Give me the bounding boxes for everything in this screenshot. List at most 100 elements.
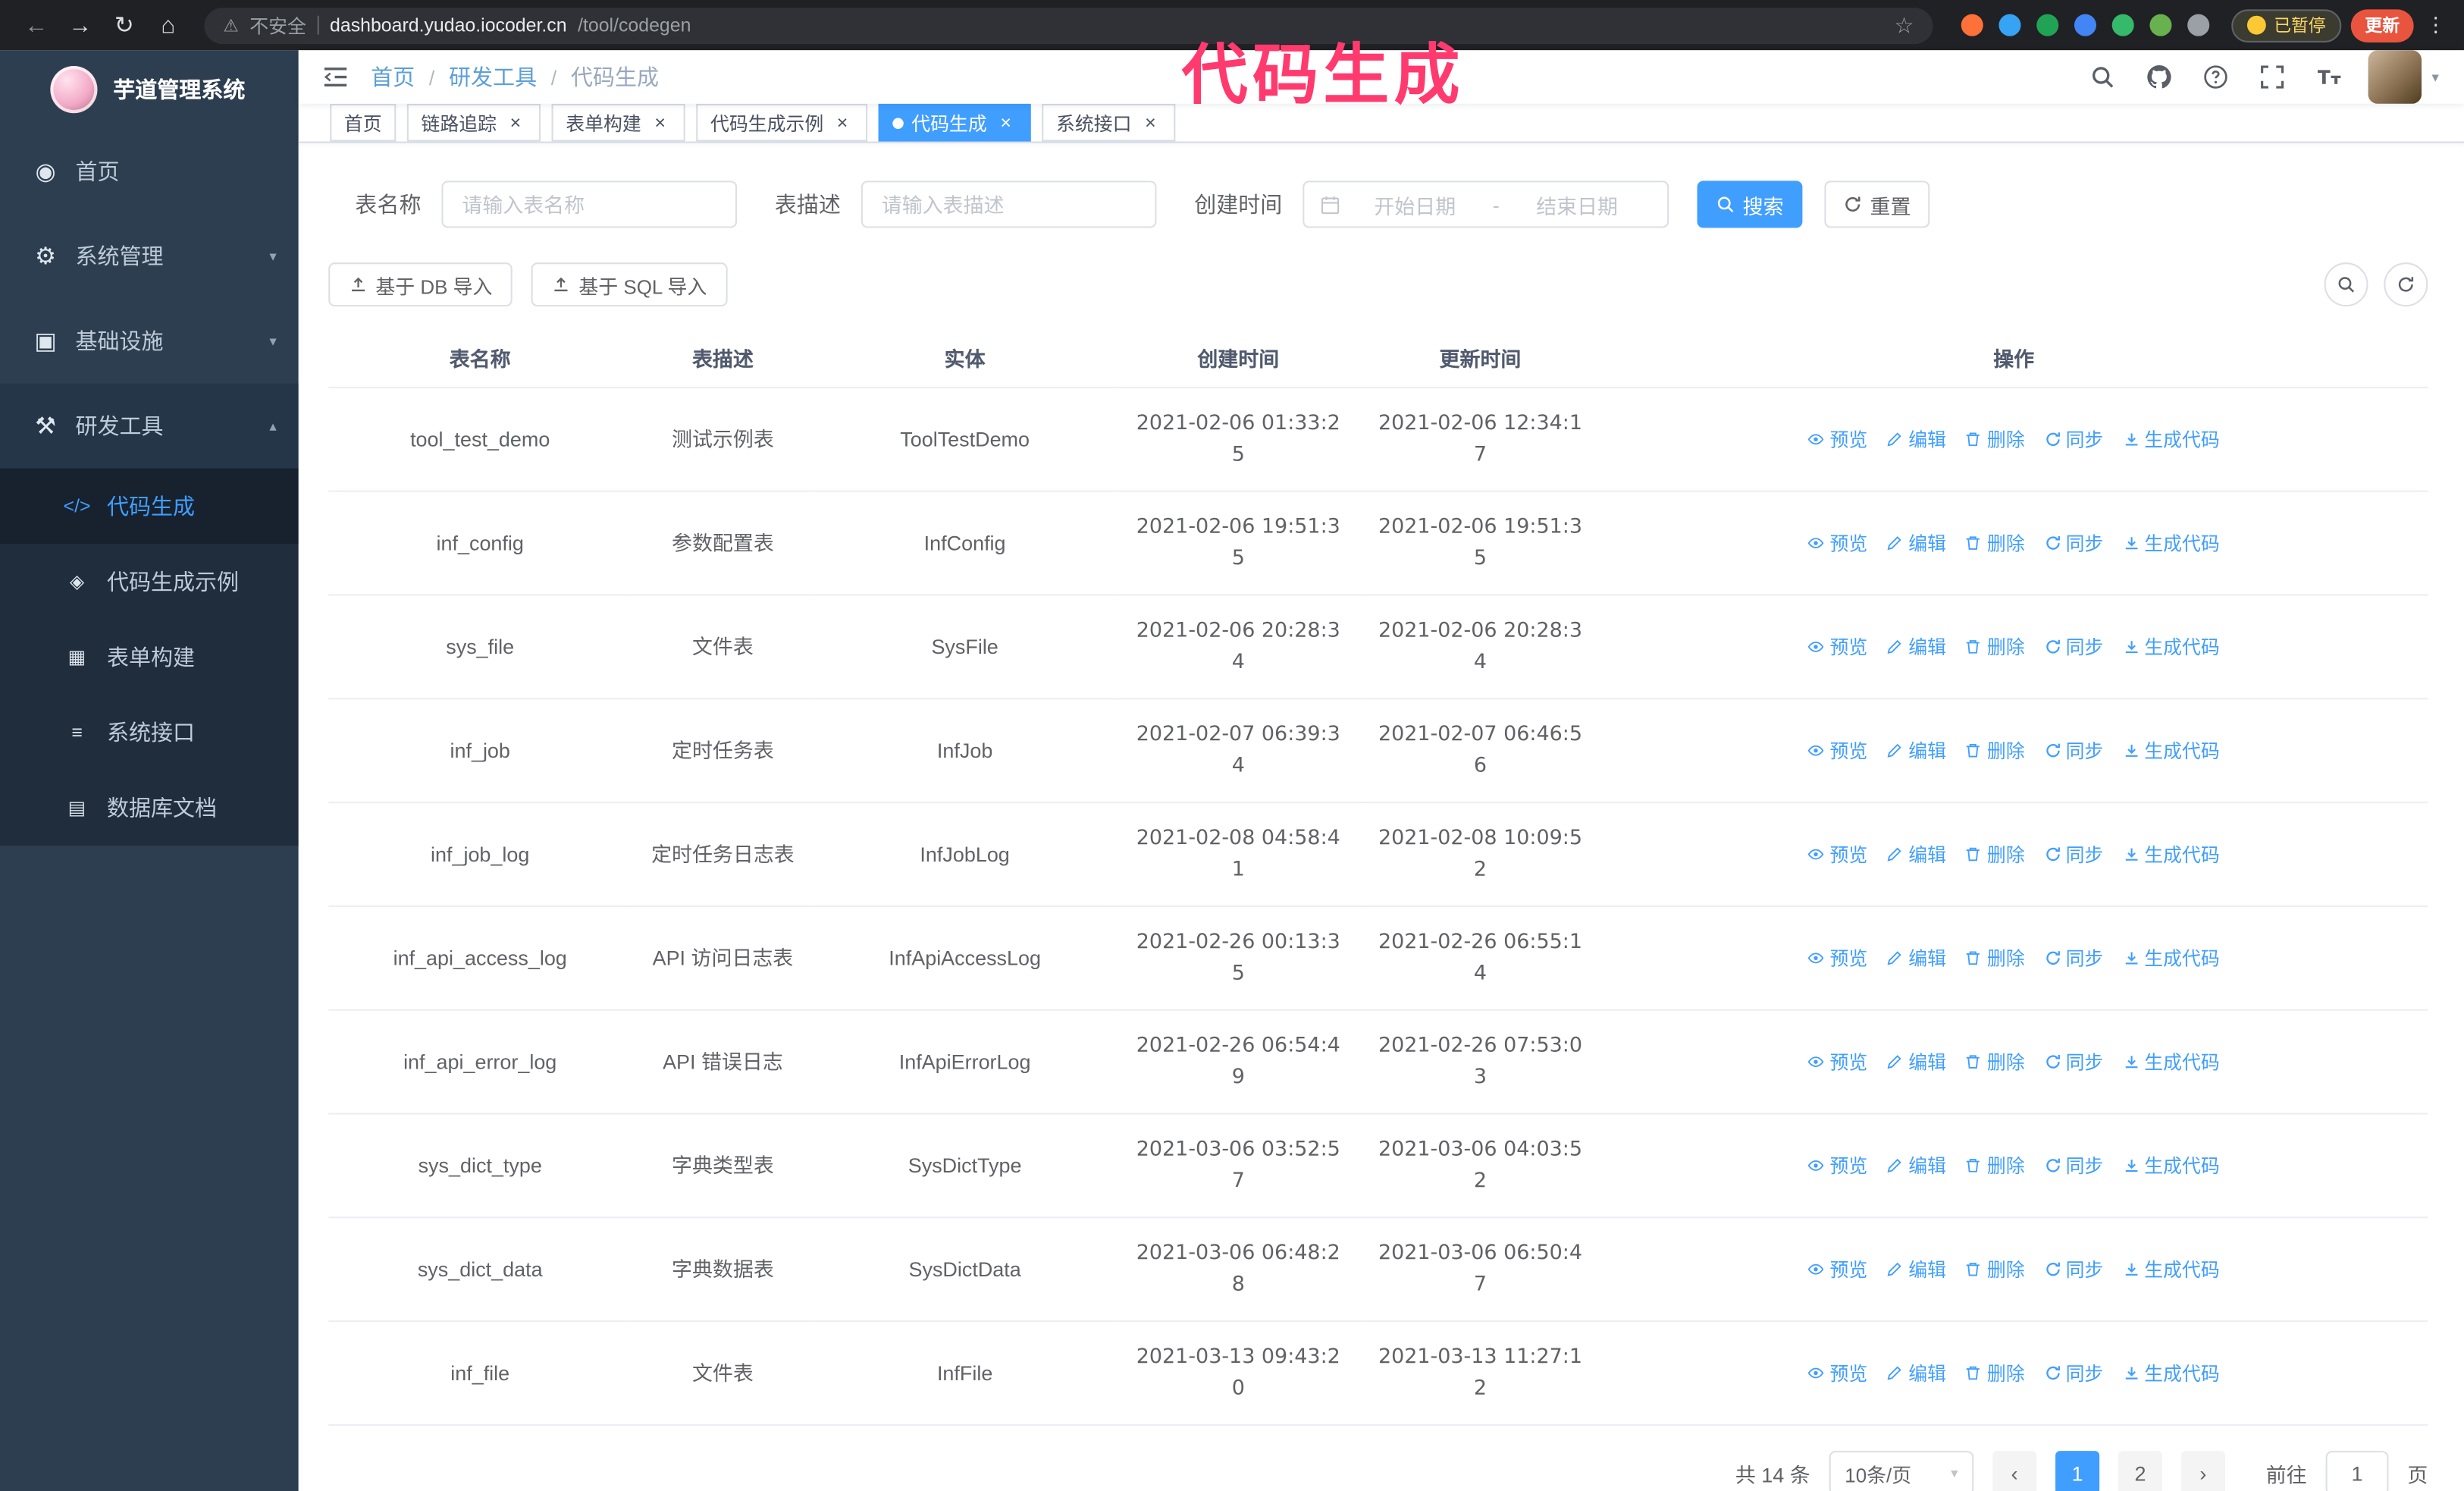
card-extension-icon[interactable] (2111, 14, 2134, 36)
sidebar-item-system-management[interactable]: ⚙ 系统管理 ▾ (0, 214, 299, 299)
puzzle-icon[interactable] (2187, 14, 2210, 36)
preview-link[interactable]: 预览 (1808, 1255, 1867, 1283)
user-avatar[interactable] (2368, 50, 2423, 104)
generate-link[interactable]: 生成代码 (2122, 425, 2220, 454)
page-button-2[interactable]: 2 (2118, 1451, 2162, 1491)
sync-link[interactable]: 同步 (2044, 529, 2103, 557)
edit-link[interactable]: 编辑 (1886, 529, 1946, 557)
generate-link[interactable]: 生成代码 (2122, 1359, 2220, 1387)
goto-page-input[interactable] (2325, 1451, 2389, 1491)
search-button[interactable]: 搜索 (1697, 180, 1803, 228)
people-extension-icon[interactable] (2074, 14, 2096, 36)
sidebar-item-infrastructure[interactable]: ▣ 基础设施 ▾ (0, 299, 299, 384)
sync-link[interactable]: 同步 (2044, 1047, 2103, 1075)
breadcrumb-item[interactable]: 首页 (371, 61, 415, 93)
generate-link[interactable]: 生成代码 (2122, 840, 2220, 868)
table-desc-input[interactable] (861, 180, 1157, 228)
browser-forward-icon[interactable]: → (60, 5, 101, 46)
sidebar-fold-icon[interactable] (322, 64, 349, 89)
preview-link[interactable]: 预览 (1808, 632, 1867, 661)
tab-codegen[interactable]: 代码生成 × (878, 103, 1031, 142)
generate-link[interactable]: 生成代码 (2122, 529, 2220, 557)
tab-system-api[interactable]: 系统接口 × (1042, 103, 1176, 142)
update-button[interactable]: 更新 (2350, 8, 2414, 42)
sidebar-item-codegen[interactable]: </> 代码生成 (0, 468, 299, 545)
caret-down-icon[interactable]: ▾ (2431, 68, 2438, 86)
preview-link[interactable]: 预览 (1808, 1047, 1867, 1075)
refresh-table-button[interactable] (2384, 262, 2428, 307)
browser-back-icon[interactable]: ← (16, 5, 57, 46)
sidebar-item-db-doc[interactable]: ▤ 数据库文档 (0, 771, 299, 846)
app-logo-row[interactable]: 芋道管理系统 (0, 50, 299, 129)
generate-link[interactable]: 生成代码 (2122, 1151, 2220, 1179)
edit-link[interactable]: 编辑 (1886, 736, 1946, 764)
fox-extension-icon[interactable] (1961, 14, 1983, 36)
generate-link[interactable]: 生成代码 (2122, 736, 2220, 764)
delete-link[interactable]: 删除 (1965, 1255, 2025, 1283)
delete-link[interactable]: 删除 (1965, 529, 2025, 557)
help-icon[interactable] (2199, 60, 2234, 95)
import-sql-button[interactable]: 基于 SQL 导入 (531, 262, 728, 307)
toggle-search-button[interactable] (2324, 262, 2368, 307)
browser-reload-icon[interactable]: ↻ (104, 5, 145, 46)
edit-link[interactable]: 编辑 (1886, 1359, 1946, 1387)
import-db-button[interactable]: 基于 DB 导入 (328, 262, 513, 307)
tab-form-builder[interactable]: 表单构建 × (551, 103, 685, 142)
tab-tracer[interactable]: 链路追踪 × (406, 103, 541, 142)
sidebar-item-home[interactable]: ◉ 首页 (0, 129, 299, 214)
edit-link[interactable]: 编辑 (1886, 840, 1946, 868)
leaf-extension-icon[interactable] (2149, 14, 2172, 36)
edit-link[interactable]: 编辑 (1886, 944, 1946, 972)
close-icon[interactable]: × (832, 111, 854, 133)
generate-link[interactable]: 生成代码 (2122, 944, 2220, 972)
search-icon[interactable] (2086, 60, 2121, 95)
generate-link[interactable]: 生成代码 (2122, 1255, 2220, 1283)
preview-link[interactable]: 预览 (1808, 840, 1867, 868)
edit-link[interactable]: 编辑 (1886, 632, 1946, 661)
sidebar-item-system-api[interactable]: ≡ 系统接口 (0, 695, 299, 770)
delete-link[interactable]: 删除 (1965, 425, 2025, 454)
page-size-select[interactable]: 10条/页 ▾ (1829, 1451, 1974, 1491)
sidebar-item-codegen-example[interactable]: ◈ 代码生成示例 (0, 544, 299, 619)
sidebar-item-form-builder[interactable]: ▦ 表单构建 (0, 620, 299, 695)
address-bar[interactable]: ⚠ 不安全 dashboard.yudao.iocoder.cn/tool/co… (204, 7, 1933, 43)
sync-link[interactable]: 同步 (2044, 1255, 2103, 1283)
preview-link[interactable]: 预览 (1808, 944, 1867, 972)
close-icon[interactable]: × (1140, 111, 1161, 133)
reset-button[interactable]: 重置 (1824, 180, 1930, 228)
sync-link[interactable]: 同步 (2044, 736, 2103, 764)
font-size-icon[interactable] (2312, 60, 2347, 95)
edit-link[interactable]: 编辑 (1886, 425, 1946, 454)
drop-extension-icon[interactable] (1998, 14, 2021, 36)
delete-link[interactable]: 删除 (1965, 944, 2025, 972)
preview-link[interactable]: 预览 (1808, 1359, 1867, 1387)
preview-link[interactable]: 预览 (1808, 1151, 1867, 1179)
paused-badge[interactable]: 已暂停 (2231, 8, 2342, 42)
bookmark-star-icon[interactable]: ☆ (1895, 12, 1914, 39)
edit-link[interactable]: 编辑 (1886, 1151, 1946, 1179)
tab-home[interactable]: 首页 (330, 103, 397, 142)
preview-link[interactable]: 预览 (1808, 736, 1867, 764)
edit-link[interactable]: 编辑 (1886, 1047, 1946, 1075)
sync-link[interactable]: 同步 (2044, 840, 2103, 868)
date-range-picker[interactable]: 开始日期 - 结束日期 (1303, 180, 1669, 228)
fullscreen-icon[interactable] (2256, 60, 2290, 95)
close-icon[interactable]: × (649, 111, 671, 133)
check-extension-icon[interactable] (2036, 14, 2059, 36)
browser-menu-icon[interactable]: ⋮ (2423, 13, 2448, 38)
close-icon[interactable]: × (504, 111, 526, 133)
sync-link[interactable]: 同步 (2044, 944, 2103, 972)
sync-link[interactable]: 同步 (2044, 425, 2103, 454)
edit-link[interactable]: 编辑 (1886, 1255, 1946, 1283)
sync-link[interactable]: 同步 (2044, 632, 2103, 661)
next-page-button[interactable]: › (2180, 1451, 2225, 1491)
delete-link[interactable]: 删除 (1965, 1047, 2025, 1075)
delete-link[interactable]: 删除 (1965, 1151, 2025, 1179)
tab-codegen-example[interactable]: 代码生成示例 × (696, 103, 868, 142)
browser-home-icon[interactable]: ⌂ (148, 5, 189, 46)
preview-link[interactable]: 预览 (1808, 529, 1867, 557)
sidebar-item-dev-tools[interactable]: ⚒ 研发工具 ▴ (0, 383, 299, 469)
sync-link[interactable]: 同步 (2044, 1359, 2103, 1387)
generate-link[interactable]: 生成代码 (2122, 632, 2220, 661)
delete-link[interactable]: 删除 (1965, 736, 2025, 764)
